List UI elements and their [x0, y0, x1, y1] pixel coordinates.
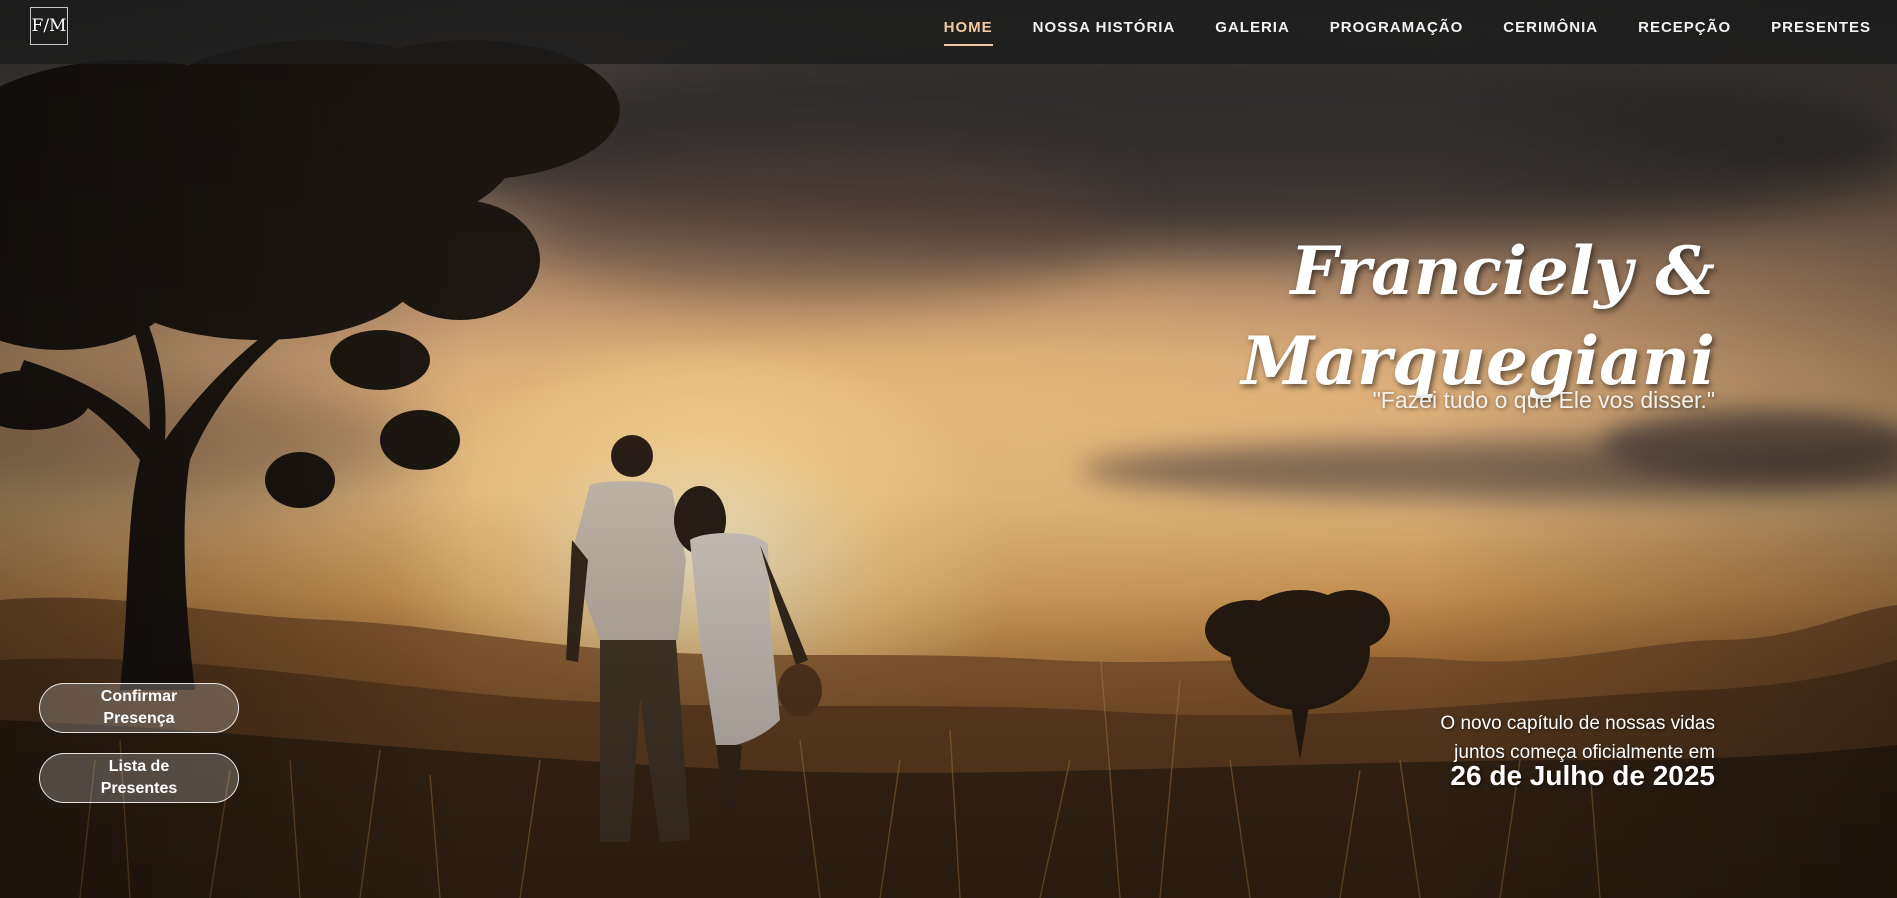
hero-subtitle-line1: O novo capítulo de nossas vidas — [1440, 713, 1715, 734]
nav-link-presentes[interactable]: PRESENTES — [1771, 13, 1871, 42]
nav-link-recepcao[interactable]: RECEPÇÃO — [1638, 13, 1731, 42]
couple-names: Franciely & Marquegiani — [1241, 226, 1715, 406]
nav-item-galeria: GALERIA — [1215, 13, 1290, 42]
bible-quote: "Fazei tudo o que Ele vos disser." — [1372, 387, 1715, 413]
nav-item-presentes: PRESENTES — [1771, 13, 1871, 42]
gift-list-button[interactable]: Lista de Presentes — [39, 753, 239, 803]
nav-item-cerimonia: CERIMÔNIA — [1503, 13, 1598, 42]
nav-item-programacao: PROGRAMAÇÃO — [1330, 13, 1464, 42]
nav-item-home: HOME — [944, 13, 993, 42]
nav-link-home[interactable]: HOME — [944, 13, 993, 42]
nav-menu: HOME NOSSA HISTÓRIA GALERIA PROGRAMAÇÃO … — [944, 0, 1871, 54]
logo[interactable]: F/M — [30, 7, 68, 45]
hero-subtitle: O novo capítulo de nossas vidas juntos c… — [1440, 709, 1715, 767]
nav-item-nossa-historia: NOSSA HISTÓRIA — [1033, 13, 1176, 42]
logo-text: F/M — [31, 16, 67, 36]
nav-link-nossa-historia[interactable]: NOSSA HISTÓRIA — [1033, 13, 1176, 42]
nav-link-cerimonia[interactable]: CERIMÔNIA — [1503, 13, 1598, 42]
confirm-attendance-button[interactable]: Confirmar Presença — [39, 683, 239, 733]
couple-names-line1: Franciely & — [1290, 232, 1715, 311]
wedding-date: 26 de Julho de 2025 — [1450, 760, 1715, 791]
nav-link-programacao[interactable]: PROGRAMAÇÃO — [1330, 13, 1464, 42]
nav-item-recepcao: RECEPÇÃO — [1638, 13, 1731, 42]
navbar: F/M HOME NOSSA HISTÓRIA GALERIA PROGRAMA… — [0, 0, 1897, 64]
nav-link-galeria[interactable]: GALERIA — [1215, 13, 1290, 42]
